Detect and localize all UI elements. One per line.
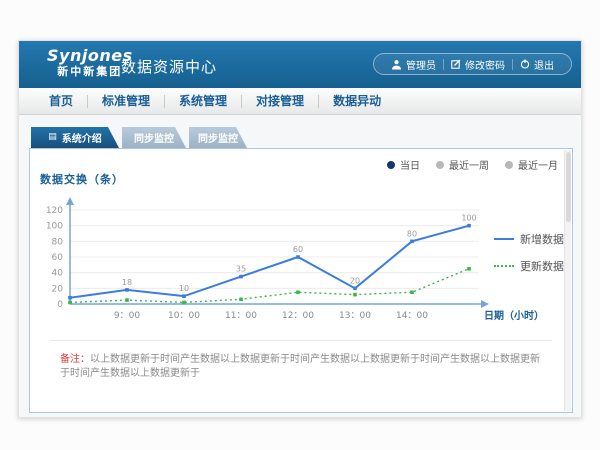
radio-label: 最近一周 xyxy=(449,157,489,172)
svg-text:100: 100 xyxy=(461,214,476,223)
nav-item-standard-mgmt[interactable]: 标准管理 xyxy=(88,88,164,114)
svg-text:12：00: 12：00 xyxy=(282,311,314,321)
svg-text:80: 80 xyxy=(407,229,417,238)
app-window: Synjones 新中新集团 数据资源中心 管理员 修改密码 xyxy=(18,40,582,418)
radio-last-week[interactable]: 最近一周 xyxy=(436,157,489,172)
footnote-text: 以上数据更新于时间产生数据以上数据更新于时间产生数据以上数据更新于时间产生数据以… xyxy=(60,354,540,379)
user-menu[interactable]: 管理员 xyxy=(384,57,443,72)
user-toolbar: 管理员 修改密码 退出 xyxy=(373,53,572,75)
radio-last-month[interactable]: 最近一月 xyxy=(505,157,558,172)
svg-text:11：00: 11：00 xyxy=(225,311,257,321)
radio-today[interactable]: 当日 xyxy=(387,157,420,172)
chart-panel: 当日 最近一周 最近一月 数据交换（条） 0 20 40 60 80 100 120 9：00… xyxy=(29,148,573,413)
footnote-prefix: 备注： xyxy=(60,354,90,365)
legend-item-updated-data[interactable]: 更新数据 xyxy=(494,258,564,274)
edit-icon xyxy=(451,59,461,69)
svg-text:20: 20 xyxy=(52,284,64,294)
line-chart: 0 20 40 60 80 100 120 9：00 10：00 11：00 12：00 13：00 1… xyxy=(32,192,562,332)
range-filter: 当日 最近一周 最近一月 xyxy=(387,157,558,172)
legend-label: 新增数据 xyxy=(520,231,564,247)
change-password-label: 修改密码 xyxy=(465,57,505,72)
tab-label: 同步监控 xyxy=(134,130,174,145)
svg-text:9：00: 9：00 xyxy=(114,311,140,321)
nav-item-system-mgmt[interactable]: 系统管理 xyxy=(165,88,241,114)
power-icon xyxy=(520,59,530,69)
brand-subtitle: 新中新集团 xyxy=(47,65,133,79)
svg-text:60: 60 xyxy=(293,245,303,254)
footnote: 备注：以上数据更新于时间产生数据以上数据更新于时间产生数据以上数据更新于时间产生… xyxy=(60,353,548,381)
logout-button[interactable]: 退出 xyxy=(513,57,561,72)
scrollbar-thumb[interactable] xyxy=(566,152,571,222)
radio-unselected-icon xyxy=(436,161,444,169)
brand-logo: Synjones 新中新集团 xyxy=(47,47,133,79)
user-icon xyxy=(391,59,402,70)
radio-unselected-icon xyxy=(505,161,513,169)
svg-text:120: 120 xyxy=(46,206,63,216)
page: Synjones 新中新集团 数据资源中心 管理员 修改密码 xyxy=(0,0,600,450)
svg-text:0: 0 xyxy=(57,300,63,310)
tab-label: 系统介绍 xyxy=(62,130,102,145)
svg-text:20: 20 xyxy=(350,276,360,285)
svg-text:10：00: 10：00 xyxy=(168,311,200,321)
nav-item-data-change[interactable]: 数据异动 xyxy=(319,88,395,114)
scrollbar[interactable] xyxy=(564,150,571,411)
svg-text:日期（小时）: 日期（小时） xyxy=(484,309,544,322)
brand-name: Synjones xyxy=(47,47,133,65)
radio-selected-icon xyxy=(387,161,395,169)
logout-label: 退出 xyxy=(534,57,554,72)
tab-system-intro[interactable]: ▤ 系统介绍 xyxy=(31,127,119,148)
radio-label: 当日 xyxy=(400,157,420,172)
main-nav: 首页 标准管理 系统管理 对接管理 数据异动 xyxy=(19,88,581,115)
change-password-button[interactable]: 修改密码 xyxy=(444,57,512,72)
tab-sync-monitor-1[interactable]: 同步监控 xyxy=(122,127,186,148)
tab-bar: ▤ 系统介绍 同步监控 同步监控 xyxy=(31,127,250,148)
svg-text:13：00: 13：00 xyxy=(339,311,371,321)
nav-item-interface-mgmt[interactable]: 对接管理 xyxy=(242,88,318,114)
dotted-line-icon xyxy=(494,265,514,267)
legend-label: 更新数据 xyxy=(520,258,564,274)
svg-text:60: 60 xyxy=(52,253,64,263)
radio-label: 最近一月 xyxy=(518,157,558,172)
solid-line-icon xyxy=(494,238,514,240)
user-name: 管理员 xyxy=(406,57,436,72)
divider xyxy=(50,340,552,341)
chart-legend: 新增数据 更新数据 xyxy=(494,231,564,274)
svg-text:40: 40 xyxy=(52,269,64,279)
nav-item-home[interactable]: 首页 xyxy=(35,88,87,114)
chart-y-axis-title: 数据交换（条） xyxy=(40,171,124,187)
svg-text:80: 80 xyxy=(52,237,64,247)
page-title: 数据资源中心 xyxy=(121,56,217,77)
document-icon: ▤ xyxy=(48,133,57,142)
tab-sync-monitor-2[interactable]: 同步监控 xyxy=(189,127,247,148)
legend-item-new-data[interactable]: 新增数据 xyxy=(494,231,564,247)
svg-text:14：00: 14：00 xyxy=(396,311,428,321)
svg-text:10: 10 xyxy=(179,284,189,293)
svg-text:100: 100 xyxy=(46,222,63,232)
svg-text:18: 18 xyxy=(122,278,132,287)
svg-text:35: 35 xyxy=(236,265,246,274)
app-header: Synjones 新中新集团 数据资源中心 管理员 修改密码 xyxy=(19,41,581,88)
tab-label: 同步监控 xyxy=(198,130,238,145)
